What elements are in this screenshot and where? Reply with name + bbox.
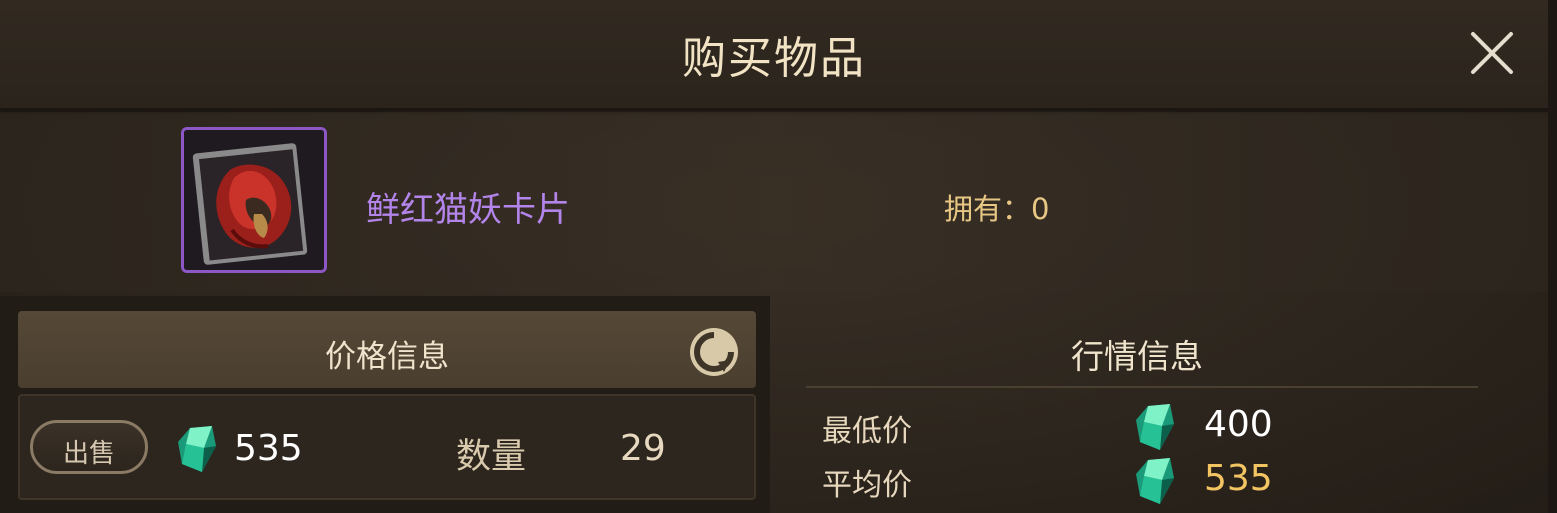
item-name: 鲜红猫妖卡片 [366,190,570,230]
listing-price: 535 [234,428,303,469]
green-gem-icon [176,424,218,476]
average-price-value: 535 [1204,458,1273,499]
sell-button-label: 出售 [62,439,115,469]
average-price-label: 平均价 [822,468,912,503]
market-divider [806,386,1478,388]
panel-edge [1548,0,1557,513]
market-info-title: 行情信息 [1071,337,1203,376]
dialog-title: 购买物品 [682,33,866,84]
green-gem-icon [1134,456,1176,508]
monster-card-icon[interactable] [181,127,327,273]
close-icon[interactable] [1467,28,1517,78]
price-info-header: 价格信息 [18,311,756,388]
buy-item-dialog: 购买物品 鲜红猫妖卡片 拥有：0 价格信息 出售 535 数量 29 行情信息 … [0,0,1557,513]
lowest-price-value: 400 [1204,404,1273,445]
refresh-icon[interactable] [688,326,740,378]
price-info-title: 价格信息 [325,339,449,375]
sell-button[interactable]: 出售 [30,420,148,474]
owned-count: 拥有：0 [944,192,1050,226]
lowest-price-label: 最低价 [822,414,912,449]
quantity-value: 29 [620,428,666,469]
quantity-label: 数量 [456,437,527,477]
green-gem-icon [1134,402,1176,454]
dialog-header: 购买物品 [0,0,1548,111]
